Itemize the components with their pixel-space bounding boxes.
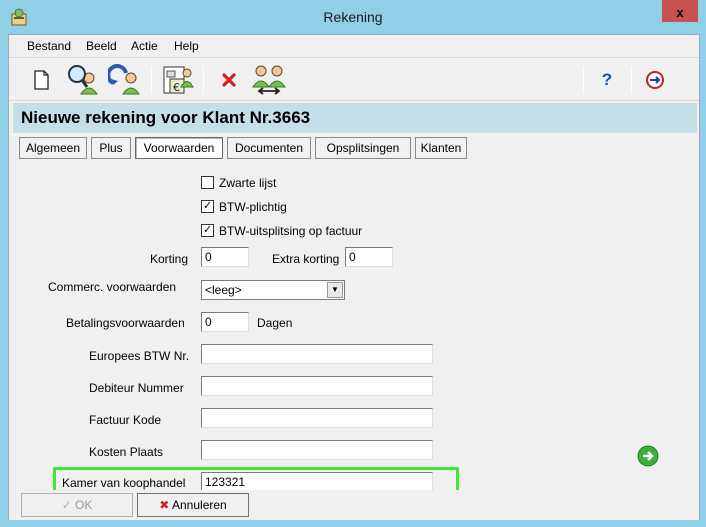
ok-label: OK xyxy=(75,498,93,512)
next-arrow-icon[interactable] xyxy=(637,445,659,467)
window-border-right xyxy=(700,34,706,527)
svg-text:€: € xyxy=(173,81,180,94)
menu-bestand[interactable]: Bestand xyxy=(27,39,71,53)
search-customer-button[interactable] xyxy=(65,62,101,98)
menu-beeld[interactable]: Beeld xyxy=(86,39,117,53)
factuur-kode-label: Factuur Kode xyxy=(89,413,162,427)
tab-voorwaarden[interactable]: Voorwaarden xyxy=(135,137,223,159)
cancel-button[interactable]: ✖ Annuleren xyxy=(137,493,249,517)
menu-help[interactable]: Help xyxy=(174,39,199,53)
title-bar[interactable]: Rekening x xyxy=(0,0,706,34)
exit-button[interactable] xyxy=(637,62,673,98)
window-title: Rekening xyxy=(323,9,383,25)
toolbar-separator xyxy=(203,66,204,94)
tab-plus[interactable]: Plus xyxy=(91,137,131,159)
button-bar: ✓ OK ✖ Annuleren xyxy=(9,490,699,520)
cancel-icon: ✖ xyxy=(159,498,170,512)
toolbar-separator xyxy=(631,66,632,94)
commerc-voorwaarden-label: Commerc. voorwaarden xyxy=(48,280,177,294)
commerc-voorwaarden-value: <leeg> xyxy=(205,283,242,297)
delete-button[interactable] xyxy=(211,62,247,98)
factuur-kode-field[interactable] xyxy=(201,408,433,428)
toolbar-separator xyxy=(583,66,584,94)
extra-korting-field[interactable]: 0 xyxy=(345,247,393,267)
debiteur-nummer-label: Debiteur Nummer xyxy=(89,381,184,395)
new-document-button[interactable] xyxy=(23,62,59,98)
cancel-label: Annuleren xyxy=(172,498,227,512)
record-header: Nieuwe rekening voor Klant Nr.3663 xyxy=(13,103,697,133)
window-border-bottom xyxy=(0,520,706,527)
checkmark-icon: ✓ xyxy=(61,498,72,512)
dagen-unit-label: Dagen xyxy=(257,316,293,330)
refresh-customer-button[interactable] xyxy=(107,62,143,98)
exit-icon xyxy=(646,71,664,89)
zwarte-lijst-label: Zwarte lijst xyxy=(219,176,277,190)
zwarte-lijst-checkbox[interactable] xyxy=(201,176,214,189)
search-person-icon xyxy=(68,65,98,95)
application-window: Rekening x Bestand Beeld Actie Help € ? … xyxy=(0,0,706,527)
btw-uitsplitsing-checkbox[interactable]: ✓ xyxy=(201,224,214,237)
refresh-person-icon xyxy=(108,64,140,95)
btw-uitsplitsing-label: BTW-uitsplitsing op factuur xyxy=(219,224,363,238)
help-button[interactable]: ? xyxy=(589,62,625,98)
ok-button[interactable]: ✓ OK xyxy=(21,493,133,517)
chevron-down-icon[interactable]: ▼ xyxy=(327,282,343,298)
client-area: Bestand Beeld Actie Help € ? Nieuwe reke… xyxy=(8,34,700,520)
tab-documenten[interactable]: Documenten xyxy=(227,137,311,159)
betalingsvoorwaarden-label: Betalingsvoorwaarden xyxy=(66,316,185,330)
menu-bar: Bestand Beeld Actie Help xyxy=(9,35,699,57)
btw-plichtig-label: BTW-plichtig xyxy=(219,200,287,214)
close-button[interactable]: x xyxy=(662,0,698,22)
tab-opsplitsingen[interactable]: Opsplitsingen xyxy=(315,137,411,159)
toolbar: € ? xyxy=(9,57,699,101)
betalingsvoorwaarden-field[interactable]: 0 xyxy=(201,312,249,332)
delete-icon xyxy=(222,73,236,87)
help-icon: ? xyxy=(601,70,613,89)
invoice-euro-icon: € xyxy=(163,66,194,94)
toolbar-separator xyxy=(151,66,152,94)
korting-field[interactable]: 0 xyxy=(201,247,249,267)
kosten-plaats-field[interactable] xyxy=(201,440,433,460)
voorwaarden-form: Zwarte lijst ✓ BTW-plichtig ✓ BTW-uitspl… xyxy=(9,163,699,493)
commerc-voorwaarden-select[interactable]: <leeg> ▼ xyxy=(201,280,345,300)
debiteur-nummer-field[interactable] xyxy=(201,376,433,396)
page-title: Nieuwe rekening voor Klant Nr.3663 xyxy=(21,108,311,127)
exchange-customers-button[interactable] xyxy=(251,62,287,98)
invoice-button[interactable]: € xyxy=(159,62,195,98)
europees-btw-label: Europees BTW Nr. xyxy=(89,349,190,363)
europees-btw-field[interactable] xyxy=(201,344,433,364)
new-document-icon xyxy=(34,70,49,90)
kosten-plaats-label: Kosten Plaats xyxy=(89,445,164,459)
menu-actie[interactable]: Actie xyxy=(131,39,158,53)
extra-korting-label: Extra korting xyxy=(272,252,340,266)
tab-klanten[interactable]: Klanten xyxy=(415,137,467,159)
btw-plichtig-checkbox[interactable]: ✓ xyxy=(201,200,214,213)
korting-label: Korting xyxy=(150,252,189,266)
tab-algemeen[interactable]: Algemeen xyxy=(19,137,87,159)
exchange-persons-icon xyxy=(252,65,286,95)
